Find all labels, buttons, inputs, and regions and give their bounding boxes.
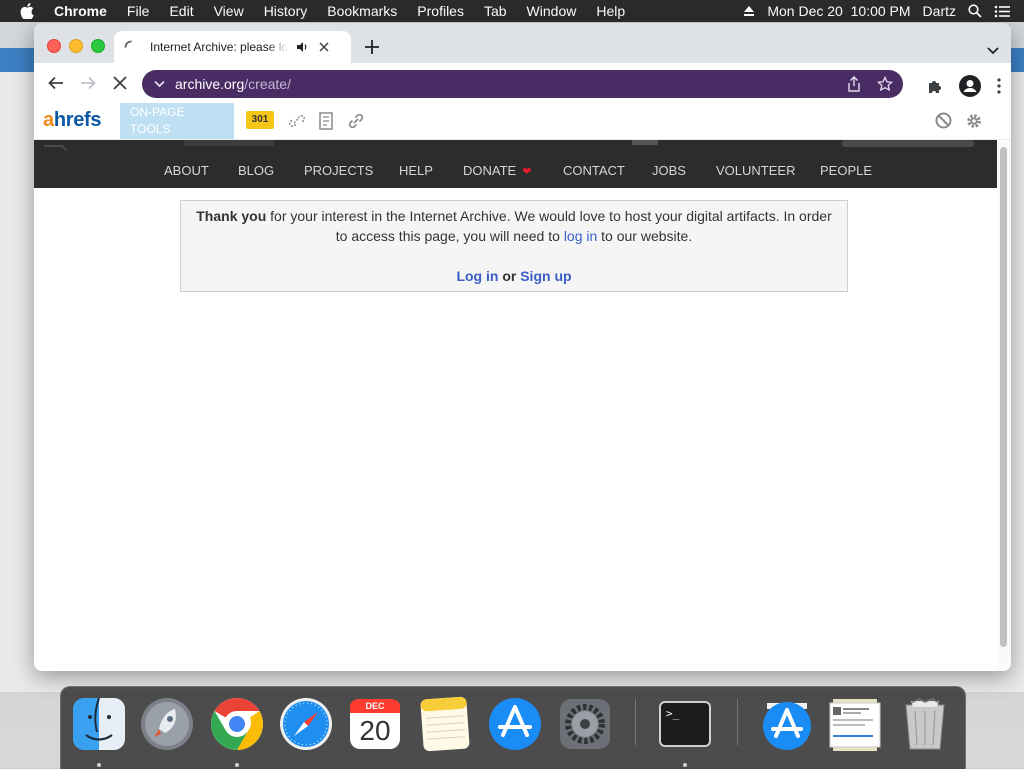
calendar-day: 20	[359, 715, 391, 746]
bookmark-star-icon[interactable]	[876, 75, 894, 97]
finder-icon[interactable]	[71, 695, 127, 753]
url-path: /create/	[244, 76, 291, 92]
menu-bookmarks[interactable]: Bookmarks	[327, 3, 397, 19]
redirect-chain-icon[interactable]	[288, 112, 306, 135]
launchpad-icon[interactable]	[139, 695, 195, 753]
app-store-icon[interactable]	[487, 695, 543, 753]
terminal-prompt: >_	[666, 707, 680, 720]
menu-help[interactable]: Help	[596, 3, 625, 19]
nav-help[interactable]: HELP	[399, 163, 433, 178]
sign-up-link[interactable]: Sign up	[520, 268, 571, 284]
profile-avatar-icon[interactable]	[959, 75, 981, 102]
page-report-icon[interactable]	[318, 112, 334, 135]
terminal-icon[interactable]: >_	[657, 695, 713, 753]
menu-file[interactable]: File	[127, 3, 150, 19]
nav-contact[interactable]: CONTACT	[563, 163, 625, 178]
user-name[interactable]: Dartz	[923, 3, 956, 19]
safari-icon[interactable]	[278, 695, 334, 753]
tab-title: Internet Archive: please log in	[150, 40, 288, 54]
new-tab-plus-icon[interactable]	[365, 40, 379, 59]
nav-projects[interactable]: PROJECTS	[304, 163, 373, 178]
recent-documents-stack-icon[interactable]	[827, 695, 883, 753]
site-navigation: ABOUT BLOG PROJECTS HELP DONATE ❤ CONTACT…	[34, 153, 997, 188]
disable-ahrefs-icon[interactable]	[935, 112, 952, 134]
menu-edit[interactable]: Edit	[169, 3, 193, 19]
url-host: archive.org	[175, 76, 245, 92]
nav-people[interactable]: PEOPLE	[820, 163, 872, 178]
menu-bar: Chrome File Edit View History Bookmarks …	[0, 0, 1024, 22]
notes-icon[interactable]	[417, 695, 473, 753]
ahrefs-settings-gear-icon[interactable]	[965, 112, 983, 135]
address-bar[interactable]: archive.org/create/	[142, 70, 903, 98]
menu-app-chrome[interactable]: Chrome	[54, 3, 107, 19]
calendar-month: DEC	[365, 701, 385, 711]
speaker-icon[interactable]	[296, 41, 309, 53]
nav-volunteer[interactable]: VOLUNTEER	[716, 163, 795, 178]
web-page: ABOUT BLOG PROJECTS HELP DONATE ❤ CONTACT…	[34, 140, 997, 671]
ahrefs-logo[interactable]: ahrefs	[43, 109, 102, 132]
vertical-scrollbar-thumb[interactable]	[1000, 147, 1007, 647]
tab-search-chevron-down-icon[interactable]	[987, 42, 999, 60]
app-store-downloads-icon[interactable]	[759, 695, 815, 753]
archive-header	[34, 140, 997, 153]
on-page-tools-button[interactable]: ON-PAGE TOOLS	[120, 103, 234, 139]
forward-arrow-icon[interactable]	[80, 75, 96, 96]
browser-toolbar: archive.org/create/	[34, 63, 1011, 103]
loading-spinner-icon	[124, 40, 138, 54]
extensions-puzzle-icon[interactable]	[927, 78, 943, 99]
ahrefs-toolbar: ahrefs ON-PAGE TOOLS 301	[34, 103, 1011, 140]
url-text[interactable]: archive.org/create/	[175, 76, 291, 92]
http-status-badge[interactable]: 301	[246, 111, 274, 129]
back-arrow-icon[interactable]	[48, 75, 64, 96]
system-preferences-gear-icon[interactable]	[557, 695, 613, 753]
log-in-inline-link[interactable]: log in	[564, 228, 597, 244]
nav-about[interactable]: ABOUT	[164, 163, 209, 178]
menu-tab[interactable]: Tab	[484, 3, 507, 19]
browser-window: Internet Archive: please log in	[34, 23, 1011, 671]
close-window-button[interactable]	[47, 39, 61, 53]
link-icon[interactable]	[347, 112, 365, 135]
apple-icon[interactable]	[20, 3, 38, 19]
trash-icon[interactable]	[897, 695, 953, 753]
control-center-icon[interactable]	[994, 5, 1010, 18]
nav-jobs[interactable]: JOBS	[652, 163, 686, 178]
dock: DEC 20 >_	[60, 686, 966, 769]
menu-window[interactable]: Window	[527, 3, 577, 19]
stop-loading-x-icon[interactable]	[112, 75, 128, 96]
chevron-down-icon[interactable]	[154, 80, 165, 88]
browser-menu-kebab-icon[interactable]	[997, 78, 1001, 99]
share-icon[interactable]	[847, 76, 861, 97]
log-in-link[interactable]: Log in	[456, 268, 498, 284]
calendar-icon[interactable]: DEC 20	[347, 695, 403, 753]
window-controls	[47, 39, 105, 53]
minimize-window-button[interactable]	[69, 39, 83, 53]
login-required-notice: Thank you for your interest in the Inter…	[180, 200, 848, 292]
spotlight-search-icon[interactable]	[968, 4, 982, 18]
menu-profiles[interactable]: Profiles	[417, 3, 464, 19]
nav-blog[interactable]: BLOG	[238, 163, 274, 178]
menu-history[interactable]: History	[264, 3, 308, 19]
zoom-window-button[interactable]	[91, 39, 105, 53]
tab-internet-archive[interactable]: Internet Archive: please log in	[114, 31, 351, 63]
google-chrome-icon[interactable]	[209, 695, 265, 753]
clock[interactable]: Mon Dec 20 10:00 PM	[767, 3, 910, 19]
heart-icon: ❤	[522, 166, 532, 178]
menu-view[interactable]: View	[214, 3, 244, 19]
eject-icon[interactable]	[743, 5, 755, 17]
tab-strip: Internet Archive: please log in	[34, 23, 1011, 63]
nav-donate[interactable]: DONATE ❤	[463, 163, 531, 178]
close-tab-icon[interactable]	[319, 42, 329, 52]
